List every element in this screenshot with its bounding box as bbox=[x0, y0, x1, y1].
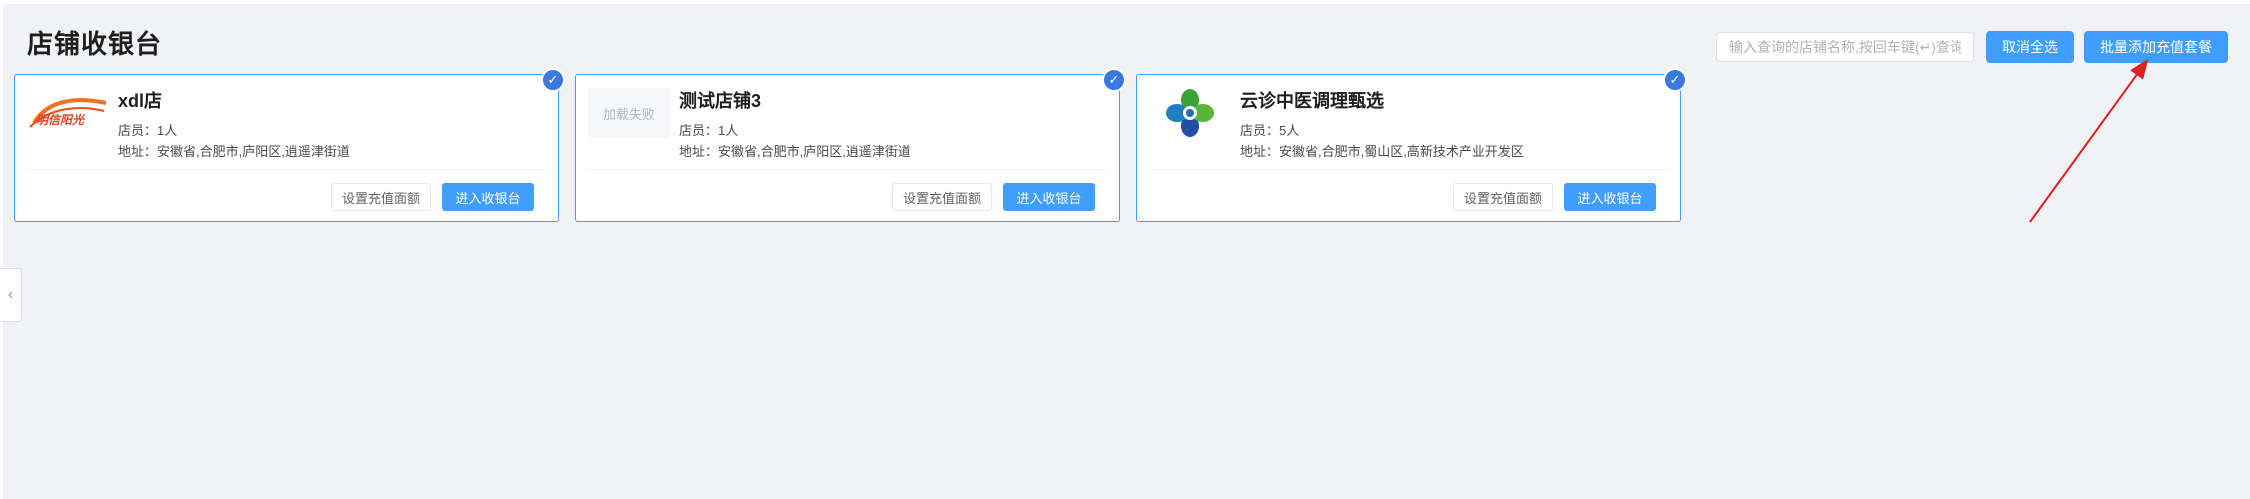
store-logo-failed: 加载失败 bbox=[588, 88, 670, 138]
store-name: 云诊中医调理甄选 bbox=[1240, 91, 1384, 111]
store-staff-count: 店员：1人 bbox=[679, 123, 739, 138]
store-staff-count: 店员：5人 bbox=[1240, 123, 1300, 138]
store-address: 地址：安徽省,合肥市,庐阳区,逍遥津街道 bbox=[118, 144, 350, 159]
card-divider bbox=[588, 169, 1107, 170]
store-card[interactable]: ✓ 明信阳光 xdl店 店员：1人 地址：安徽省,合肥市,庐阳区,逍遥津街道 设… bbox=[14, 68, 565, 222]
set-recharge-amount-button[interactable]: 设置充值面额 bbox=[1453, 183, 1553, 211]
store-logo: 明信阳光 bbox=[27, 88, 109, 138]
page-title: 店铺收银台 bbox=[27, 29, 163, 59]
enter-cashier-button[interactable]: 进入收银台 bbox=[1003, 183, 1095, 211]
left-edge bbox=[0, 0, 3, 499]
chevron-left-icon[interactable]: ‹ bbox=[0, 268, 22, 322]
top-strip bbox=[0, 0, 2250, 4]
brand-logo-image: 明信阳光 bbox=[29, 98, 107, 128]
batch-add-recharge-package-button[interactable]: 批量添加充值套餐 bbox=[2084, 31, 2228, 63]
brand-logo-image bbox=[1166, 89, 1214, 137]
store-address: 地址：安徽省,合肥市,庐阳区,逍遥津街道 bbox=[679, 144, 911, 159]
store-staff-count: 店员：1人 bbox=[118, 123, 178, 138]
store-name: xdl店 bbox=[118, 91, 163, 111]
store-search-input[interactable] bbox=[1716, 32, 1974, 62]
card-divider bbox=[1149, 169, 1668, 170]
set-recharge-amount-button[interactable]: 设置充值面额 bbox=[331, 183, 431, 211]
card-divider bbox=[27, 169, 546, 170]
store-name: 测试店铺3 bbox=[679, 91, 762, 111]
store-card[interactable]: ✓ 云诊中医调理甄选 店员：5人 地址：安徽省,合肥市,蜀山区,高新技术产业开发… bbox=[1136, 68, 1687, 222]
store-card[interactable]: ✓ 加载失败 测试店铺3 店员：1人 地址：安徽省,合肥市,庐阳区,逍遥津街道 … bbox=[575, 68, 1126, 222]
checkmark-icon[interactable]: ✓ bbox=[1102, 68, 1126, 92]
store-address: 地址：安徽省,合肥市,蜀山区,高新技术产业开发区 bbox=[1240, 144, 1524, 159]
store-logo bbox=[1149, 88, 1231, 138]
svg-text:明信阳光: 明信阳光 bbox=[36, 113, 86, 127]
enter-cashier-button[interactable]: 进入收银台 bbox=[1564, 183, 1656, 211]
checkmark-icon[interactable]: ✓ bbox=[541, 68, 565, 92]
set-recharge-amount-button[interactable]: 设置充值面额 bbox=[892, 183, 992, 211]
cancel-select-all-button[interactable]: 取消全选 bbox=[1986, 31, 2074, 63]
checkmark-icon[interactable]: ✓ bbox=[1663, 68, 1687, 92]
enter-cashier-button[interactable]: 进入收银台 bbox=[442, 183, 534, 211]
